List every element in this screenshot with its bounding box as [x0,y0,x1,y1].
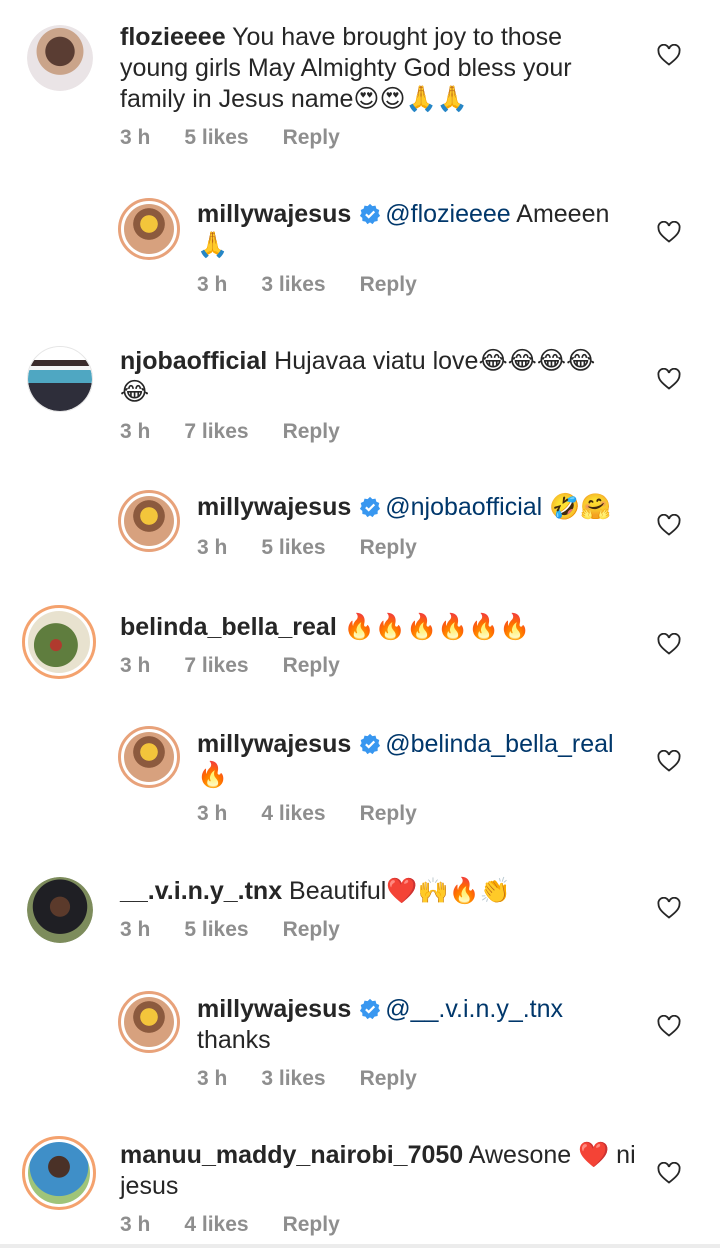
reply-button[interactable]: Reply [283,654,340,677]
comment-username[interactable]: njobaofficial [120,347,267,375]
heart-icon[interactable] [657,514,681,536]
comment-time: 3 h [120,420,151,443]
comment-text: Beautiful❤️🙌🔥👏 [282,877,511,905]
comment-likes[interactable]: 5 likes [184,918,248,941]
reply-button[interactable]: Reply [283,420,340,443]
comment-time: 3 h [120,126,151,149]
avatar[interactable] [118,991,180,1053]
reply-button[interactable]: Reply [360,802,417,825]
avatar[interactable] [118,198,180,260]
avatar[interactable] [27,25,93,91]
avatar[interactable] [22,1136,96,1210]
comment-likes[interactable]: 4 likes [261,802,325,825]
comment-text: 🔥🔥🔥🔥🔥🔥 [336,613,531,641]
comment-likes[interactable]: 7 likes [184,654,248,677]
comment-time: 3 h [120,1213,151,1236]
verified-badge-icon [360,998,381,1020]
comment-username[interactable]: belinda_bella_real [120,613,337,641]
comment-username[interactable]: manuu_maddy_nairobi_7050 [120,1141,463,1169]
heart-icon[interactable] [657,897,681,919]
avatar[interactable] [118,490,180,552]
reply-button[interactable]: Reply [283,126,340,149]
reply-button[interactable]: Reply [283,918,340,941]
comment-text: thanks [197,1026,271,1054]
comment-likes[interactable]: 3 likes [261,273,325,296]
reply-button[interactable]: Reply [360,1067,417,1090]
verified-badge-icon [360,203,381,225]
comment-username[interactable]: millywajesus [197,493,351,521]
comment-time: 3 h [197,536,228,559]
comment-time: 3 h [197,802,228,825]
avatar[interactable] [27,877,93,943]
comment-username[interactable]: millywajesus [197,200,351,228]
mention-link[interactable]: @__.v.i.n.y_.tnx [385,995,563,1023]
avatar[interactable] [27,346,93,412]
avatar[interactable] [118,726,180,788]
comment-time: 3 h [197,1067,228,1090]
comment-username[interactable]: millywajesus [197,730,351,758]
verified-badge-icon [360,496,381,518]
heart-icon[interactable] [657,750,681,772]
comment-likes[interactable]: 5 likes [261,536,325,559]
heart-icon[interactable] [657,368,681,390]
bottom-divider [0,1244,720,1248]
comment-username[interactable]: millywajesus [197,995,351,1023]
comment-time: 3 h [120,654,151,677]
reply-button[interactable]: Reply [360,273,417,296]
comment-username[interactable]: flozieeee [120,23,226,51]
heart-icon[interactable] [657,221,681,243]
comment-likes[interactable]: 7 likes [184,420,248,443]
comment-time: 3 h [120,918,151,941]
comment-time: 3 h [197,273,228,296]
mention-link[interactable]: @njobaofficial [385,493,542,521]
reply-button[interactable]: Reply [283,1213,340,1236]
comment-likes[interactable]: 4 likes [184,1213,248,1236]
reply-button[interactable]: Reply [360,536,417,559]
avatar[interactable] [22,605,96,679]
heart-icon[interactable] [657,633,681,655]
comment-text: 🔥 [197,761,229,789]
comment-text: 🤣🤗 [542,493,612,521]
comment-username[interactable]: __.v.i.n.y_.tnx [120,877,282,905]
mention-link[interactable]: @flozieeee [385,200,510,228]
heart-icon[interactable] [657,1162,681,1184]
verified-badge-icon [360,733,381,755]
heart-icon[interactable] [657,1015,681,1037]
comment-likes[interactable]: 5 likes [184,126,248,149]
heart-icon[interactable] [657,44,681,66]
mention-link[interactable]: @belinda_bella_real [385,730,613,758]
comment-likes[interactable]: 3 likes [261,1067,325,1090]
